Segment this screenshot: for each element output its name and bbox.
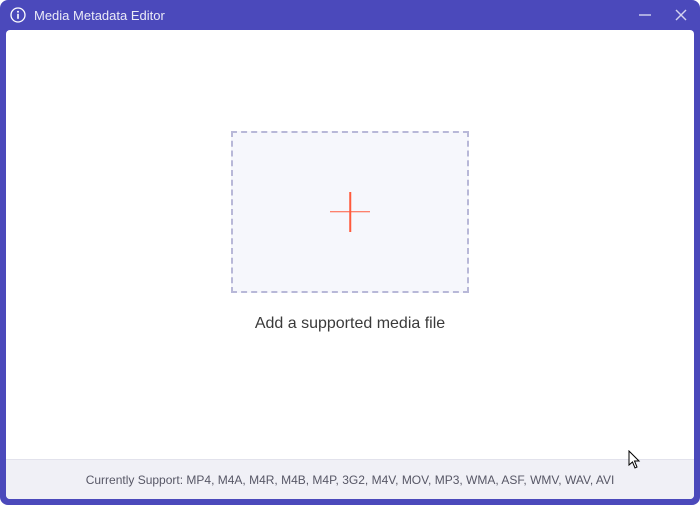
supported-formats-footer: Currently Support: MP4, M4A, M4R, M4B, M…	[6, 459, 694, 499]
window-title: Media Metadata Editor	[34, 8, 636, 23]
close-button[interactable]	[672, 6, 690, 24]
window-controls	[636, 6, 690, 24]
add-media-dropzone[interactable]	[231, 131, 469, 293]
close-icon	[674, 8, 688, 22]
plus-icon	[330, 192, 370, 232]
minimize-icon	[638, 8, 652, 22]
titlebar: Media Metadata Editor	[0, 0, 700, 30]
app-window: Media Metadata Editor Add a supported me…	[0, 0, 700, 505]
main-area: Add a supported media file	[6, 30, 694, 459]
app-info-icon	[10, 7, 26, 23]
supported-formats-text: Currently Support: MP4, M4A, M4R, M4B, M…	[86, 473, 615, 487]
add-media-instruction: Add a supported media file	[255, 315, 445, 333]
client-area: Add a supported media file Currently Sup…	[6, 30, 694, 499]
minimize-button[interactable]	[636, 6, 654, 24]
